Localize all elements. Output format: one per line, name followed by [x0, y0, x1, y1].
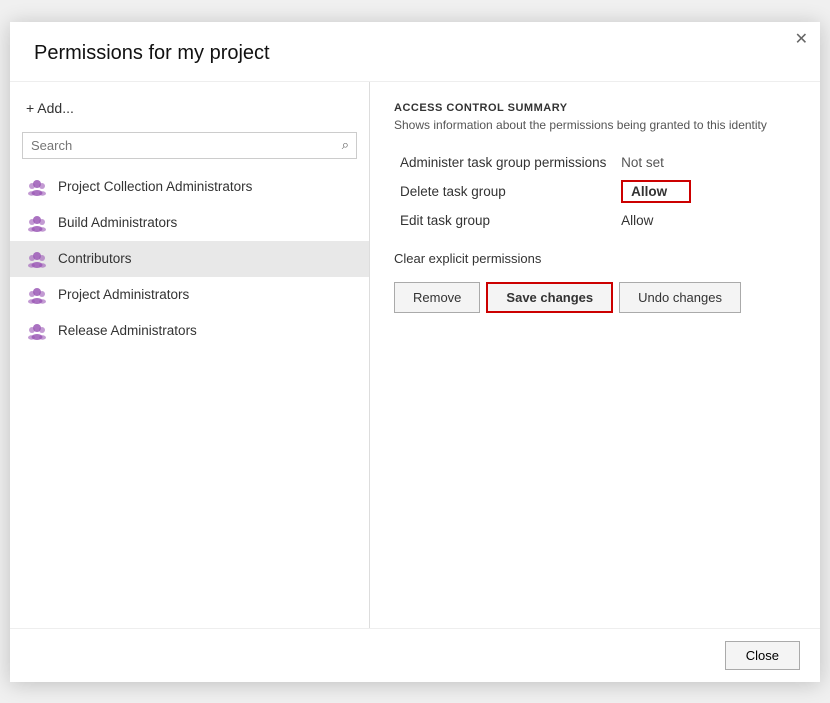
right-panel: ACCESS CONTROL SUMMARY Shows information…: [370, 82, 820, 628]
permission-name: Edit task group: [394, 208, 615, 233]
permission-value-notset: Not set: [621, 155, 664, 170]
group-icon: [26, 284, 48, 306]
remove-button[interactable]: Remove: [394, 282, 480, 313]
group-list: Project Collection Administrators Build …: [10, 169, 369, 349]
dialog-title: Permissions for my project: [10, 22, 820, 81]
group-label: Project Collection Administrators: [58, 179, 252, 194]
group-icon: [26, 248, 48, 270]
section-subtitle: Shows information about the permissions …: [394, 118, 796, 132]
table-row: Delete task group Allow: [394, 175, 796, 208]
clear-explicit-label: Clear explicit permissions: [394, 251, 796, 266]
section-title: ACCESS CONTROL SUMMARY: [394, 102, 796, 114]
table-row: Administer task group permissions Not se…: [394, 150, 796, 175]
group-label: Contributors: [58, 251, 132, 266]
close-icon-button[interactable]: ✕: [795, 32, 808, 48]
search-icon: ⌕: [342, 137, 349, 153]
group-item-release-admins[interactable]: Release Administrators: [10, 313, 369, 349]
left-panel: + Add... ⌕ Project Collection Administra…: [10, 82, 370, 628]
group-item-project-collection-admins[interactable]: Project Collection Administrators: [10, 169, 369, 205]
permission-value-allow-box: Allow: [621, 180, 691, 203]
undo-changes-button[interactable]: Undo changes: [619, 282, 741, 313]
action-buttons: Remove Save changes Undo changes: [394, 282, 796, 313]
group-label: Project Administrators: [58, 287, 189, 302]
permission-name: Administer task group permissions: [394, 150, 615, 175]
close-button[interactable]: Close: [725, 641, 800, 670]
group-label: Build Administrators: [58, 215, 177, 230]
group-item-project-admins[interactable]: Project Administrators: [10, 277, 369, 313]
permission-value: Allow: [615, 208, 796, 233]
add-button[interactable]: + Add...: [10, 94, 90, 122]
table-row: Edit task group Allow: [394, 208, 796, 233]
permission-value: Not set: [615, 150, 796, 175]
group-item-contributors[interactable]: Contributors: [10, 241, 369, 277]
search-input[interactable]: [22, 132, 357, 159]
save-changes-button[interactable]: Save changes: [486, 282, 613, 313]
permission-name: Delete task group: [394, 175, 615, 208]
group-item-build-admins[interactable]: Build Administrators: [10, 205, 369, 241]
group-icon: [26, 320, 48, 342]
permissions-table: Administer task group permissions Not se…: [394, 150, 796, 233]
dialog-footer: Close: [10, 628, 820, 682]
dialog-body: + Add... ⌕ Project Collection Administra…: [10, 81, 820, 628]
group-icon: [26, 212, 48, 234]
permission-value-allow: Allow: [621, 213, 653, 228]
group-icon: [26, 176, 48, 198]
permission-value-highlighted: Allow: [615, 175, 796, 208]
group-label: Release Administrators: [58, 323, 197, 338]
permissions-dialog: ✕ Permissions for my project + Add... ⌕: [10, 22, 820, 682]
search-container: ⌕: [22, 132, 357, 159]
